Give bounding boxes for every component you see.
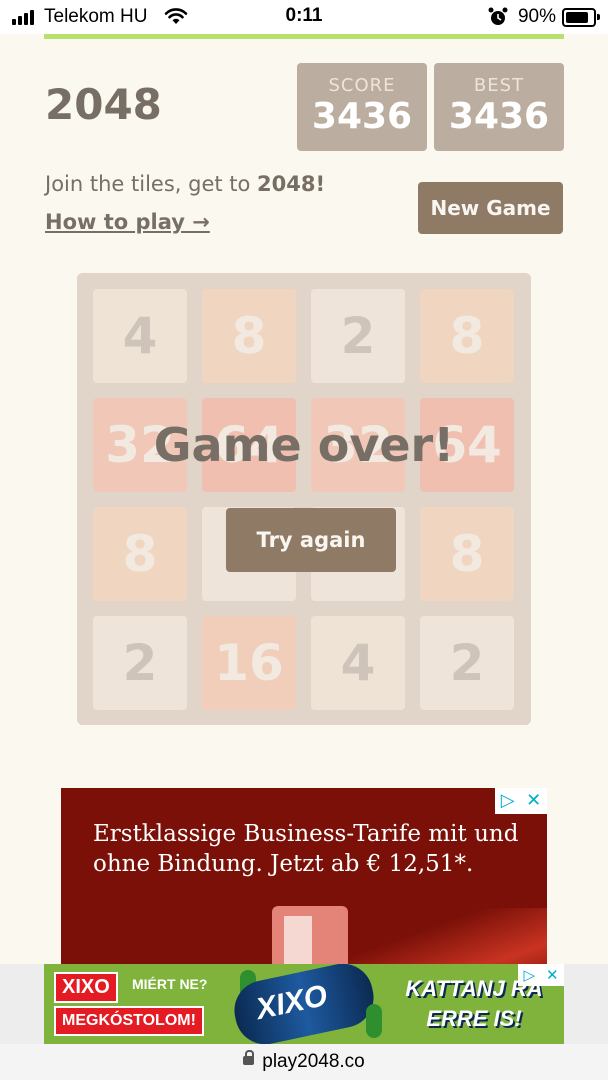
url-bar[interactable]: play2048.co: [0, 1044, 608, 1080]
close-icon[interactable]: ✕: [526, 792, 541, 810]
adchoices-controls: ▷ ✕: [495, 788, 547, 814]
clock: 0:11: [285, 5, 323, 26]
game-over-message: Game over!: [153, 418, 455, 472]
ad-banner[interactable]: Erstklassige Business-Tarife mit und ohn…: [61, 788, 547, 964]
battery-icon: [562, 8, 600, 27]
intro-text-plain: Join the tiles, get to: [45, 172, 258, 196]
banner-headline-line2: ERRE IS!: [426, 1006, 522, 1031]
score-value: 3436: [311, 96, 413, 137]
status-bar: Telekom HU 0:11 90%: [0, 0, 608, 34]
intro-text-bold: 2048!: [257, 172, 326, 196]
ad-sim-card-inner: [284, 916, 312, 964]
close-icon[interactable]: ✕: [546, 967, 559, 983]
score-label: SCORE: [328, 75, 396, 96]
battery-percent: 90%: [517, 6, 556, 27]
score-box: SCORE 3436: [297, 63, 427, 151]
try-again-button[interactable]: Try again: [226, 508, 396, 572]
adchoices-icon[interactable]: ▷: [523, 967, 535, 983]
ad-swoosh-graphic: [321, 908, 547, 964]
banner-adchoices-controls: ▷ ✕: [518, 964, 564, 986]
banner-cta: MEGKÓSTOLOM!: [54, 1006, 204, 1036]
how-to-play-link[interactable]: How to play →: [45, 210, 210, 234]
ad-text: Erstklassige Business-Tarife mit und ohn…: [93, 821, 519, 877]
url-text: play2048.co: [262, 1051, 365, 1072]
banner-brand: XIXO: [54, 972, 118, 1003]
game-over-overlay: [77, 273, 531, 725]
best-value: 3436: [448, 96, 550, 137]
lock-icon: [243, 1050, 255, 1066]
cactus-icon: [366, 1004, 382, 1038]
new-game-button[interactable]: New Game: [418, 182, 563, 234]
top-ad-strip: [44, 34, 564, 39]
alarm-icon: [488, 7, 508, 25]
bottom-banner-ad[interactable]: XIXO MIÉRT NE? MEGKÓSTOLOM! XIXO KATTANJ…: [44, 964, 564, 1044]
adchoices-icon[interactable]: ▷: [501, 792, 515, 810]
best-label: BEST: [473, 75, 525, 96]
intro-text: Join the tiles, get to 2048!: [45, 172, 325, 196]
game-title: 2048: [45, 80, 162, 129]
best-box: BEST 3436: [434, 63, 564, 151]
banner-tagline: MIÉRT NE?: [132, 976, 208, 992]
